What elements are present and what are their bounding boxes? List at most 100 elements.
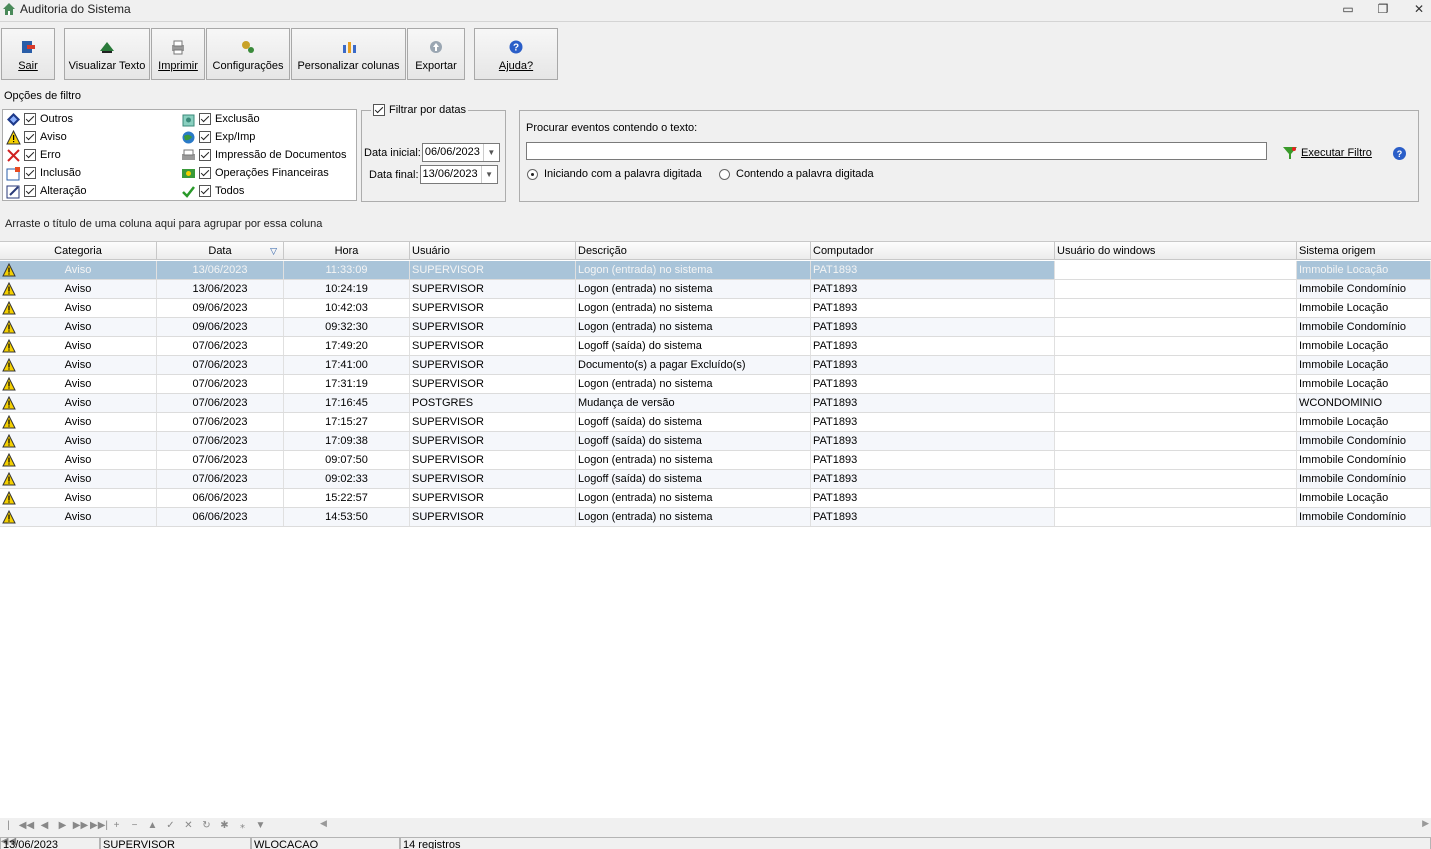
filter-checkbox[interactable] xyxy=(199,185,211,197)
help-icon[interactable]: ? xyxy=(1392,146,1407,161)
table-row[interactable]: Aviso 09/06/2023 09:32:30 SUPERVISOR Logon (… xyxy=(0,318,1431,337)
filter-option-inclusao[interactable]: Inclusão xyxy=(6,165,81,181)
table-row[interactable]: Aviso 07/06/2023 17:49:20 SUPERVISOR Logoff … xyxy=(0,337,1431,356)
cell-data: 07/06/2023 xyxy=(157,375,284,393)
filter-checkbox[interactable] xyxy=(199,167,211,179)
table-row[interactable]: Aviso 06/06/2023 14:53:50 SUPERVISOR Logon (… xyxy=(0,508,1431,527)
chevron-down-icon[interactable]: ▼ xyxy=(482,144,499,161)
filter-checkbox[interactable] xyxy=(24,131,36,143)
nav-filter-button[interactable]: ▼ xyxy=(252,818,269,834)
filter-option-exclusao[interactable]: Exclusão xyxy=(181,111,260,127)
nav-next-page-button[interactable]: ▶▶ xyxy=(72,818,89,834)
table-row[interactable]: Aviso 07/06/2023 17:15:27 SUPERVISOR Logoff … xyxy=(0,413,1431,432)
columns-button[interactable]: Personalizar colunas xyxy=(291,28,406,80)
filter-option-aviso[interactable]: Aviso xyxy=(6,129,67,145)
filter-option-financeiras[interactable]: Operações Financeiras xyxy=(181,165,329,181)
cell-sistema-origem: Immobile Locação xyxy=(1297,299,1431,317)
nav-prev-page-button[interactable]: ◀◀ xyxy=(18,818,35,834)
filter-option-todos[interactable]: Todos xyxy=(181,183,244,199)
table-row[interactable]: Aviso 07/06/2023 17:31:19 SUPERVISOR Logon (… xyxy=(0,375,1431,394)
scroll-right-icon[interactable]: ▶ xyxy=(1422,818,1429,829)
column-header-sistema-origem[interactable]: Sistema origem xyxy=(1297,242,1431,260)
sort-filter-icon[interactable]: ▽ xyxy=(270,242,277,260)
minimize-button[interactable]: ▭ xyxy=(1330,0,1366,20)
filter-option-impressao[interactable]: Impressão de Documentos xyxy=(181,147,346,163)
settings-icon xyxy=(242,41,254,53)
filter-option-erro[interactable]: Erro xyxy=(6,147,61,163)
scroll-left-icon[interactable]: ◀ xyxy=(320,818,327,829)
table-row[interactable]: Aviso 07/06/2023 09:02:33 SUPERVISOR Logoff … xyxy=(0,470,1431,489)
nav-bookmark-button[interactable]: ✱ xyxy=(216,818,233,834)
radio-containing[interactable]: Contendo a palavra digitada xyxy=(719,168,874,180)
table-row[interactable]: Aviso 06/06/2023 15:22:57 SUPERVISOR Logon (… xyxy=(0,489,1431,508)
filter-checkbox[interactable] xyxy=(24,185,36,197)
print-button[interactable]: Imprimir xyxy=(151,28,205,80)
filter-checkbox[interactable] xyxy=(24,113,36,125)
table-row[interactable]: Aviso 13/06/2023 11:33:09 SUPERVISOR Logon (… xyxy=(0,261,1431,280)
start-date-input[interactable]: 06/06/2023 ▼ xyxy=(421,143,500,162)
column-header-computador[interactable]: Computador xyxy=(811,242,1055,260)
nav-edit-button[interactable]: ▲ xyxy=(144,818,161,834)
cell-hora: 17:15:27 xyxy=(284,413,410,431)
execute-filter-button[interactable]: Executar Filtro xyxy=(1282,145,1372,161)
filter-checkbox[interactable] xyxy=(199,113,211,125)
date-filter-toggle[interactable]: Filtrar por datas xyxy=(371,104,469,116)
cell-sistema-origem: Immobile Condomínio xyxy=(1297,470,1431,488)
close-button[interactable]: ✕ xyxy=(1401,0,1431,20)
cell-usuario-windows xyxy=(1055,470,1297,488)
filter-checkbox[interactable] xyxy=(24,167,36,179)
column-header-categoria[interactable]: Categoria xyxy=(0,242,157,260)
cell-usuario-windows xyxy=(1055,280,1297,298)
radio-starting-with[interactable]: Iniciando com a palavra digitada xyxy=(527,168,702,180)
filter-option-alteracao[interactable]: Alteração xyxy=(6,183,86,199)
settings-button[interactable]: Configurações xyxy=(206,28,290,80)
table-row[interactable]: Aviso 07/06/2023 09:07:50 SUPERVISOR Logon (… xyxy=(0,451,1431,470)
nav-last-button[interactable]: ▶▶| xyxy=(90,818,108,834)
radio-button[interactable] xyxy=(527,168,538,180)
nav-next-button[interactable]: ▶ xyxy=(54,818,71,834)
column-header-hora[interactable]: Hora xyxy=(284,242,410,260)
nav-insert-button[interactable]: + xyxy=(108,818,125,834)
nav-first-button[interactable]: |◀◀ xyxy=(0,818,17,847)
cell-sistema-origem: Immobile Locação xyxy=(1297,261,1431,279)
cell-usuario: POSTGRES xyxy=(410,394,576,412)
svg-text:?: ? xyxy=(513,43,519,54)
cell-hora: 10:24:19 xyxy=(284,280,410,298)
table-row[interactable]: Aviso 07/06/2023 17:09:38 SUPERVISOR Logoff … xyxy=(0,432,1431,451)
exit-button[interactable]: Sair xyxy=(1,28,55,80)
filter-checkbox[interactable] xyxy=(199,149,211,161)
column-header-usuario[interactable]: Usuário xyxy=(410,242,576,260)
help-button[interactable]: ? Ajuda? xyxy=(474,28,558,80)
filter-checkbox[interactable] xyxy=(199,131,211,143)
column-header-data[interactable]: Data ▽ xyxy=(157,242,284,260)
nav-cancel-button[interactable]: ✕ xyxy=(180,818,197,834)
restore-button[interactable]: ❐ xyxy=(1365,0,1401,20)
filter-option-expimp[interactable]: Exp/Imp xyxy=(181,129,255,145)
cell-computador: PAT1893 xyxy=(811,470,1055,488)
nav-delete-button[interactable]: − xyxy=(126,818,143,834)
export-button[interactable]: Exportar xyxy=(407,28,465,80)
nav-refresh-button[interactable]: ↻ xyxy=(198,818,215,834)
table-row[interactable]: Aviso 07/06/2023 17:41:00 SUPERVISOR Documen… xyxy=(0,356,1431,375)
table-row[interactable]: Aviso 09/06/2023 10:42:03 SUPERVISOR Logon (… xyxy=(0,299,1431,318)
nav-goto-bookmark-button[interactable]: ⁎ xyxy=(234,818,251,834)
date-filter-checkbox[interactable] xyxy=(373,104,385,116)
cell-sistema-origem: Immobile Locação xyxy=(1297,356,1431,374)
filter-option-outros[interactable]: Outros xyxy=(6,111,73,127)
nav-prev-button[interactable]: ◀ xyxy=(36,818,53,834)
globe-icon xyxy=(182,131,195,143)
radio-button[interactable] xyxy=(719,168,730,180)
search-input[interactable] xyxy=(526,142,1267,160)
table-row[interactable]: Aviso 07/06/2023 17:16:45 POSTGRES Mudança d… xyxy=(0,394,1431,413)
chevron-down-icon[interactable]: ▼ xyxy=(480,166,497,183)
money-icon xyxy=(182,168,195,178)
end-date-input[interactable]: 13/06/2023 ▼ xyxy=(419,165,498,184)
table-row[interactable]: Aviso 13/06/2023 10:24:19 SUPERVISOR Logon (… xyxy=(0,280,1431,299)
column-header-descricao[interactable]: Descrição xyxy=(576,242,811,260)
horizontal-scrollbar[interactable]: ◀ ▶ xyxy=(318,818,1431,832)
nav-post-button[interactable]: ✓ xyxy=(162,818,179,834)
cell-categoria: Aviso xyxy=(0,394,157,412)
column-header-usuario-windows[interactable]: Usuário do windows xyxy=(1055,242,1297,260)
view-text-button[interactable]: Visualizar Texto xyxy=(64,28,150,80)
filter-checkbox[interactable] xyxy=(24,149,36,161)
